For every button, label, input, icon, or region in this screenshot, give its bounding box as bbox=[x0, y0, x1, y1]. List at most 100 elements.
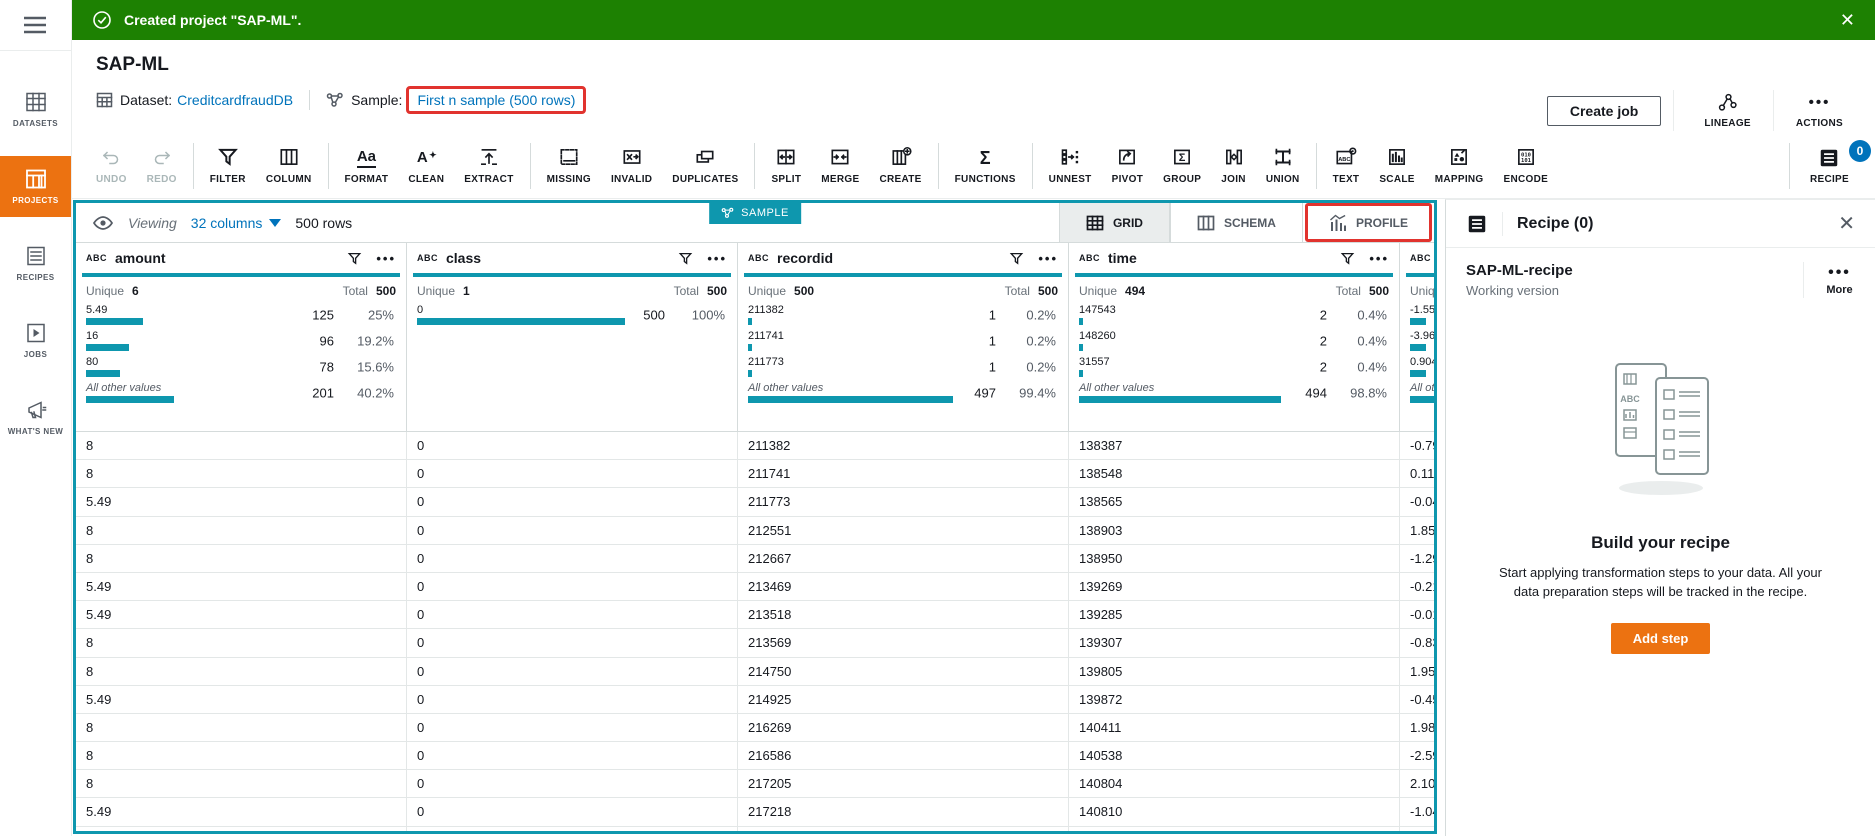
cell-v[interactable]: 1.858 bbox=[1400, 517, 1434, 544]
cell-recordid[interactable]: 212667 bbox=[738, 544, 1069, 572]
cell-time[interactable]: 138548 bbox=[1069, 460, 1400, 488]
cell-amount[interactable]: 5.49 bbox=[76, 601, 407, 629]
cell-recordid[interactable]: 216269 bbox=[738, 713, 1069, 742]
join-button[interactable]: JOIN bbox=[1211, 133, 1256, 198]
tab-grid[interactable]: GRID bbox=[1058, 203, 1170, 242]
cell-class[interactable]: 0 bbox=[407, 601, 738, 629]
histogram-row[interactable]: 31557 2 0.4% bbox=[1079, 354, 1389, 380]
cell-amount[interactable]: 5.49 bbox=[76, 572, 407, 601]
cell-time[interactable]: 139307 bbox=[1069, 629, 1400, 657]
sidebar-item-projects[interactable]: PROJECTS bbox=[0, 156, 71, 217]
cell-time[interactable]: 140411 bbox=[1069, 713, 1400, 742]
cell-class[interactable]: 0 bbox=[407, 572, 738, 601]
cell-class[interactable]: 0 bbox=[407, 770, 738, 798]
union-button[interactable]: UNION bbox=[1256, 133, 1310, 198]
cell-v[interactable]: -1.04 bbox=[1400, 798, 1434, 825]
table-row[interactable]: 5.49 0 211773 138565 -0.04 bbox=[76, 488, 1434, 517]
histogram-row[interactable]: 211382 1 0.2% bbox=[748, 302, 1058, 328]
functions-button[interactable]: Σ FUNCTIONS bbox=[945, 133, 1026, 198]
sample-link[interactable]: First n sample (500 rows) bbox=[417, 92, 575, 108]
cell-v[interactable]: -0.21 bbox=[1400, 573, 1434, 600]
cell-class[interactable]: 0 bbox=[407, 488, 738, 516]
cell-amount[interactable]: 8 bbox=[76, 432, 407, 460]
cell-class[interactable]: 0 bbox=[407, 460, 738, 488]
histogram-row[interactable]: 5.49 125 25% bbox=[86, 302, 396, 328]
recipe-toggle-button[interactable]: 0 RECIPE bbox=[1790, 139, 1875, 185]
cell-v[interactable]: -1.29 bbox=[1400, 545, 1434, 572]
cell-amount[interactable]: 5.49 bbox=[76, 826, 407, 831]
sidebar-item-jobs[interactable]: JOBS bbox=[0, 310, 71, 371]
table-row[interactable]: 5.49 0 217218 140810 -1.04 bbox=[76, 798, 1434, 827]
recipe-more-button[interactable]: ••• More bbox=[1803, 262, 1875, 298]
cell-v[interactable]: -2.59 bbox=[1400, 742, 1434, 769]
format-button[interactable]: Aa FORMAT bbox=[335, 133, 399, 198]
cell-class[interactable]: 0 bbox=[407, 798, 738, 826]
encode-button[interactable]: 010 101 ENCODE bbox=[1494, 133, 1559, 198]
histogram-row[interactable]: All other values 497 99.4% bbox=[748, 380, 1058, 406]
cell-recordid[interactable]: 213469 bbox=[738, 572, 1069, 601]
cell-v[interactable]: -0.01 bbox=[1400, 601, 1434, 628]
cell-class[interactable]: 0 bbox=[407, 516, 738, 544]
cell-recordid[interactable]: 211773 bbox=[738, 488, 1069, 516]
lineage-button[interactable]: LINEAGE bbox=[1686, 90, 1769, 131]
cell-v[interactable]: -0.45 bbox=[1400, 686, 1434, 713]
scale-button[interactable]: SCALE bbox=[1369, 133, 1424, 198]
cell-amount[interactable]: 5.49 bbox=[76, 798, 407, 826]
column-filter-icon[interactable] bbox=[1009, 251, 1024, 266]
column-filter-icon[interactable] bbox=[347, 251, 362, 266]
cell-amount[interactable]: 8 bbox=[76, 742, 407, 770]
histogram-row[interactable]: 16 96 19.2% bbox=[86, 328, 396, 354]
cell-time[interactable]: 140538 bbox=[1069, 742, 1400, 770]
cell-v[interactable]: -0.79 bbox=[1400, 432, 1434, 459]
histogram-row[interactable]: 211741 1 0.2% bbox=[748, 328, 1058, 354]
cell-recordid[interactable]: 213569 bbox=[738, 629, 1069, 657]
cell-time[interactable]: 139285 bbox=[1069, 601, 1400, 629]
cell-time[interactable]: 139872 bbox=[1069, 685, 1400, 713]
table-row[interactable]: 5.49 0 213518 139285 -0.01 bbox=[76, 601, 1434, 630]
cell-amount[interactable]: 8 bbox=[76, 460, 407, 488]
hamburger-menu-icon[interactable] bbox=[24, 16, 71, 34]
pivot-button[interactable]: PIVOT bbox=[1102, 133, 1154, 198]
cell-v[interactable]: 1.982 bbox=[1400, 714, 1434, 741]
table-row[interactable]: 5.49 0 214925 139872 -0.45 bbox=[76, 685, 1434, 714]
histogram-row[interactable]: -1.5518 bbox=[1410, 302, 1434, 328]
histogram-row[interactable]: 80 78 15.6% bbox=[86, 354, 396, 380]
histogram-row[interactable]: 0.9042 bbox=[1410, 354, 1434, 380]
banner-close-icon[interactable]: ✕ bbox=[1840, 11, 1855, 29]
table-row[interactable]: 8 0 211741 138548 0.111 bbox=[76, 460, 1434, 489]
cell-time[interactable]: 139805 bbox=[1069, 657, 1400, 685]
columns-dropdown[interactable]: 32 columns bbox=[191, 215, 282, 231]
cell-v[interactable]: -0.04 bbox=[1400, 488, 1434, 515]
cell-amount[interactable]: 8 bbox=[76, 516, 407, 544]
histogram-row[interactable]: All other values 201 40.2% bbox=[86, 380, 396, 406]
redo-button[interactable]: REDO bbox=[137, 133, 187, 198]
column-menu-icon[interactable]: ••• bbox=[376, 251, 396, 266]
table-row[interactable]: 8 0 213569 139307 -0.83 bbox=[76, 629, 1434, 658]
missing-button[interactable]: MISSING bbox=[537, 133, 601, 198]
cell-time[interactable]: 138903 bbox=[1069, 516, 1400, 544]
cell-amount[interactable]: 8 bbox=[76, 770, 407, 798]
cell-recordid[interactable]: 211741 bbox=[738, 460, 1069, 488]
split-button[interactable]: SPLIT bbox=[761, 133, 811, 198]
mapping-button[interactable]: MAPPING bbox=[1425, 133, 1494, 198]
cell-class[interactable]: 0 bbox=[407, 629, 738, 657]
text-button[interactable]: ABC TEXT bbox=[1323, 133, 1370, 198]
cell-class[interactable]: 0 bbox=[407, 685, 738, 713]
table-row[interactable]: 8 0 212551 138903 1.858 bbox=[76, 516, 1434, 545]
cell-amount[interactable]: 5.49 bbox=[76, 685, 407, 713]
sidebar-item-recipes[interactable]: RECIPES bbox=[0, 233, 71, 294]
histogram-row[interactable]: 211773 1 0.2% bbox=[748, 354, 1058, 380]
table-row[interactable]: 5.49 0 217307 140937 -0.07 bbox=[76, 826, 1434, 831]
histogram-row[interactable]: All other values 494 98.8% bbox=[1079, 380, 1389, 406]
cell-time[interactable]: 139269 bbox=[1069, 572, 1400, 601]
invalid-button[interactable]: INVALID bbox=[601, 133, 662, 198]
cell-v[interactable]: 1.955 bbox=[1400, 658, 1434, 685]
unnest-button[interactable]: UNNEST bbox=[1039, 133, 1102, 198]
histogram-row[interactable]: All other values bbox=[1410, 380, 1434, 406]
cell-time[interactable]: 140810 bbox=[1069, 798, 1400, 826]
table-row[interactable]: 8 0 211382 138387 -0.79 bbox=[76, 432, 1434, 461]
cell-time[interactable]: 138387 bbox=[1069, 432, 1400, 460]
cell-class[interactable]: 0 bbox=[407, 742, 738, 770]
undo-button[interactable]: UNDO bbox=[86, 133, 137, 198]
group-button[interactable]: Σ GROUP bbox=[1153, 133, 1211, 198]
